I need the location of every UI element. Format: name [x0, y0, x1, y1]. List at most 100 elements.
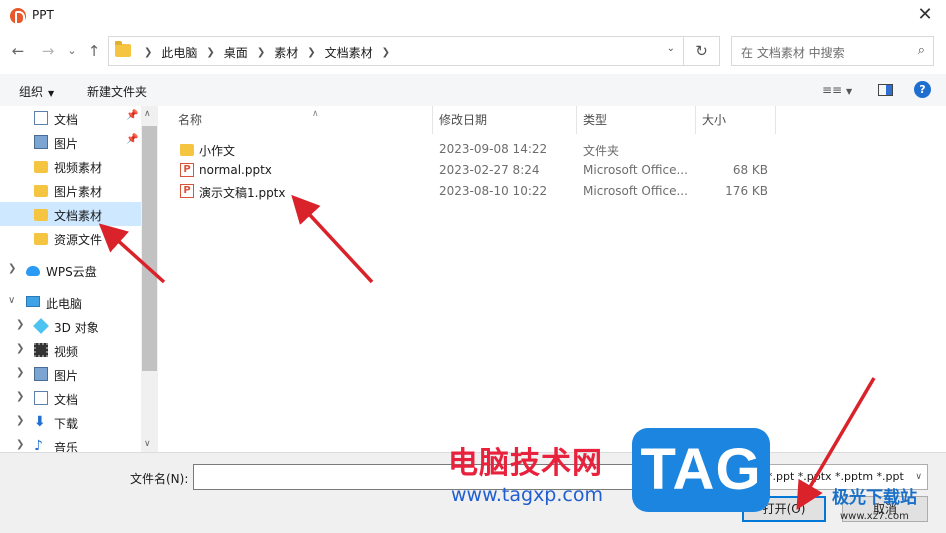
3d-objects-icon	[33, 318, 49, 334]
scrollbar-thumb[interactable]	[142, 126, 157, 371]
document-icon	[34, 111, 48, 125]
nav-item-video-materials[interactable]: 视频素材	[0, 154, 141, 178]
chevron-right-icon[interactable]: ❯	[16, 367, 24, 378]
file-row-xiaozuowen[interactable]: 小作文 2023-09-08 14:22 文件夹	[172, 139, 732, 160]
sort-ascending-icon: ∧	[312, 109, 319, 119]
nav-item-label: 视频素材	[54, 161, 103, 175]
new-folder-button[interactable]: 新建文件夹	[87, 83, 147, 100]
chevron-right-icon[interactable]: ❯	[307, 47, 315, 58]
nav-item-videos[interactable]: ❯ 视频	[0, 338, 141, 362]
chevron-down-icon[interactable]: ∨	[8, 295, 15, 306]
nav-item-documents[interactable]: ❯ 文档	[0, 386, 141, 410]
window-title: PPT	[32, 8, 54, 22]
breadcrumb: ❯ 此电脑 ❯ 桌面 ❯ 素材 ❯ 文档素材 ❯	[135, 44, 399, 61]
organize-menu[interactable]: 组织 ▼	[19, 83, 54, 100]
file-size: 68 KB	[732, 163, 768, 177]
nav-item-label: 此电脑	[46, 297, 83, 311]
music-icon: ♪	[34, 438, 43, 452]
nav-item-label: WPS云盘	[46, 265, 97, 279]
chevron-right-icon[interactable]: ❯	[16, 439, 24, 450]
column-header-label: 名称	[178, 113, 203, 127]
watermark-right-name: 极光下载站	[832, 488, 917, 508]
nav-item-downloads[interactable]: ❯ ⬇ 下载	[0, 410, 141, 434]
column-header-type[interactable]: 类型	[577, 106, 696, 134]
scroll-up-icon[interactable]: ∧	[144, 109, 151, 119]
file-size: 176 KB	[725, 184, 768, 198]
chevron-right-icon[interactable]: ❯	[16, 391, 24, 402]
chevron-right-icon[interactable]: ❯	[8, 263, 16, 274]
file-date: 2023-02-27 8:24	[439, 163, 540, 177]
nav-item-picture-materials[interactable]: 图片素材	[0, 178, 141, 202]
preview-pane-icon[interactable]	[878, 84, 893, 96]
navigation-scrollbar[interactable]: ∧ ∨	[141, 106, 158, 452]
chevron-right-icon[interactable]: ❯	[206, 47, 214, 58]
nav-item-3d-objects[interactable]: ❯ 3D 对象	[0, 314, 141, 338]
folder-icon	[34, 185, 48, 197]
chevron-right-icon[interactable]: ❯	[16, 415, 24, 426]
file-row-presentation1-pptx[interactable]: P 演示文稿1.pptx 2023-08-10 10:22 Microsoft …	[172, 181, 768, 202]
file-type: Microsoft Office...	[583, 163, 688, 177]
file-type: 文件夹	[583, 144, 620, 158]
title-bar: PPT ✕	[0, 0, 946, 32]
file-type: Microsoft Office...	[583, 184, 688, 198]
nav-item-label: 文档	[54, 113, 79, 127]
watermark-site-name: 电脑技术网	[448, 446, 603, 481]
help-icon[interactable]: ?	[914, 81, 931, 98]
recent-locations-dropdown[interactable]: ⌄	[62, 40, 82, 62]
column-header-name[interactable]: 名称 ∧	[172, 106, 433, 134]
chevron-right-icon[interactable]: ❯	[257, 47, 265, 58]
nav-item-label: 图片素材	[54, 185, 103, 199]
up-button[interactable]: ↑	[84, 40, 104, 62]
nav-item-this-pc[interactable]: ∨ 此电脑	[0, 290, 141, 314]
chevron-right-icon[interactable]: ❯	[16, 343, 24, 354]
file-date: 2023-08-10 10:22	[439, 184, 548, 198]
breadcrumb-this-pc[interactable]: 此电脑	[161, 44, 197, 61]
nav-item-pictures[interactable]: ❯ 图片	[0, 362, 141, 386]
folder-icon	[115, 41, 131, 57]
nav-item-label: 下载	[54, 417, 79, 431]
nav-item-document-materials[interactable]: 文档素材	[0, 202, 141, 226]
nav-item-wps-cloud[interactable]: ❯ WPS云盘	[0, 258, 141, 282]
pptx-icon: P	[180, 163, 194, 177]
forward-button[interactable]: →	[38, 40, 58, 62]
breadcrumb-desktop[interactable]: 桌面	[224, 44, 248, 61]
column-header-size[interactable]: 大小	[696, 106, 776, 134]
watermark-right-url: www.xz7.com	[840, 511, 909, 522]
nav-item-documents-quick[interactable]: 文档 📌	[0, 106, 141, 130]
nav-item-label: 文档素材	[54, 209, 103, 223]
file-row-normal-pptx[interactable]: P normal.pptx 2023-02-27 8:24 Microsoft …	[172, 160, 768, 181]
nav-item-resource-files[interactable]: 资源文件	[0, 226, 141, 250]
pin-icon: 📌	[126, 110, 139, 121]
refresh-button[interactable]: ↻	[684, 36, 720, 66]
file-name: normal.pptx	[199, 163, 272, 177]
organize-label: 组织	[19, 85, 44, 99]
file-list[interactable]: 名称 ∧ 修改日期 类型 大小 小作文 2023-09-08 14:22 文件夹…	[158, 106, 946, 452]
close-button[interactable]: ✕	[914, 4, 936, 26]
nav-item-pictures-quick[interactable]: 图片 📌	[0, 130, 141, 154]
chevron-right-icon[interactable]: ❯	[382, 47, 390, 58]
pin-icon: 📌	[126, 134, 139, 145]
breadcrumb-document-materials[interactable]: 文档素材	[325, 44, 373, 61]
file-type-filter-value: *.ppt *.pptx *.pptm *.ppt	[767, 470, 904, 483]
address-bar[interactable]: ❯ 此电脑 ❯ 桌面 ❯ 素材 ❯ 文档素材 ❯ ⌄	[108, 36, 684, 66]
file-date: 2023-09-08 14:22	[439, 142, 548, 156]
cloud-icon	[26, 266, 40, 276]
scroll-down-icon[interactable]: ∨	[144, 439, 151, 449]
document-icon	[34, 391, 48, 405]
picture-icon	[34, 367, 48, 381]
navigation-pane[interactable]: 文档 📌 图片 📌 视频素材 图片素材 文档素材 资源文件 ❯ WPS云盘 ∨ …	[0, 106, 158, 452]
filename-label: 文件名(N):	[130, 472, 189, 486]
chevron-right-icon[interactable]: ❯	[16, 319, 24, 330]
caret-down-icon: ▼	[48, 89, 55, 98]
search-input[interactable]: 在 文档素材 中搜索 ⌕	[731, 36, 934, 66]
back-button[interactable]: ←	[8, 40, 28, 62]
column-header-date[interactable]: 修改日期	[433, 106, 577, 134]
pptx-icon: P	[180, 184, 194, 198]
address-dropdown-icon[interactable]: ⌄	[667, 43, 675, 54]
breadcrumb-materials[interactable]: 素材	[274, 44, 298, 61]
file-name: 小作文	[199, 144, 236, 158]
view-options-icon[interactable]: ≡≡ ▼	[822, 83, 852, 97]
folder-icon	[180, 144, 194, 156]
folder-icon	[34, 209, 48, 221]
nav-item-music[interactable]: ❯ ♪ 音乐	[0, 434, 141, 452]
